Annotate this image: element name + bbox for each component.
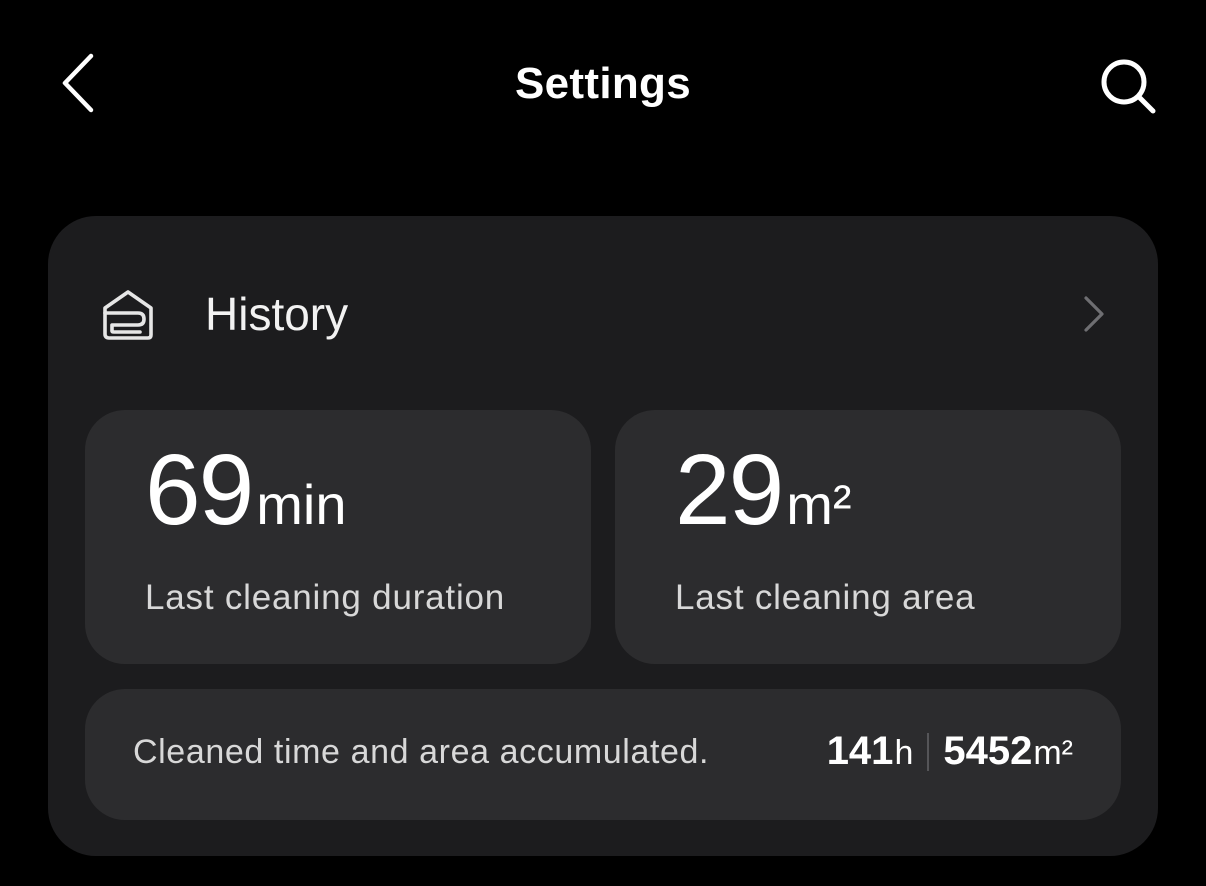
history-card: History 69min Last cleaning duration 29m… bbox=[48, 216, 1158, 856]
accumulated-time-number: 141 bbox=[826, 729, 894, 773]
history-row[interactable]: History bbox=[48, 216, 1158, 410]
accumulated-area-unit: m² bbox=[1033, 734, 1073, 772]
accumulated-caption: Cleaned time and area accumulated. bbox=[133, 733, 710, 771]
duration-number: 69 bbox=[145, 434, 254, 546]
area-stat-tile: 29m² Last cleaning area bbox=[615, 410, 1121, 664]
area-value: 29m² bbox=[675, 440, 852, 540]
page-title: Settings bbox=[515, 59, 691, 108]
duration-stat-tile: 69min Last cleaning duration bbox=[85, 410, 591, 664]
chevron-right-icon bbox=[1084, 296, 1104, 332]
area-number: 29 bbox=[675, 434, 784, 546]
settings-screen: Settings History 69min Last cleaning dur… bbox=[0, 0, 1206, 886]
value-divider bbox=[927, 732, 930, 771]
duration-caption: Last cleaning duration bbox=[145, 578, 506, 617]
duration-unit: min bbox=[256, 473, 347, 536]
top-bar: Settings bbox=[0, 0, 1206, 170]
search-icon bbox=[1101, 59, 1156, 114]
accumulated-area-number: 5452 bbox=[943, 729, 1033, 773]
history-label: History bbox=[205, 288, 349, 340]
search-button[interactable] bbox=[1096, 54, 1160, 118]
duration-value: 69min bbox=[145, 440, 346, 540]
history-house-icon bbox=[103, 290, 153, 340]
area-unit: m² bbox=[786, 473, 852, 536]
area-caption: Last cleaning area bbox=[675, 578, 976, 617]
accumulated-values: 141 h 5452 m² bbox=[827, 729, 1073, 774]
accumulated-time-unit: h bbox=[894, 734, 914, 772]
accumulated-tile: Cleaned time and area accumulated. 141 h… bbox=[85, 689, 1121, 820]
